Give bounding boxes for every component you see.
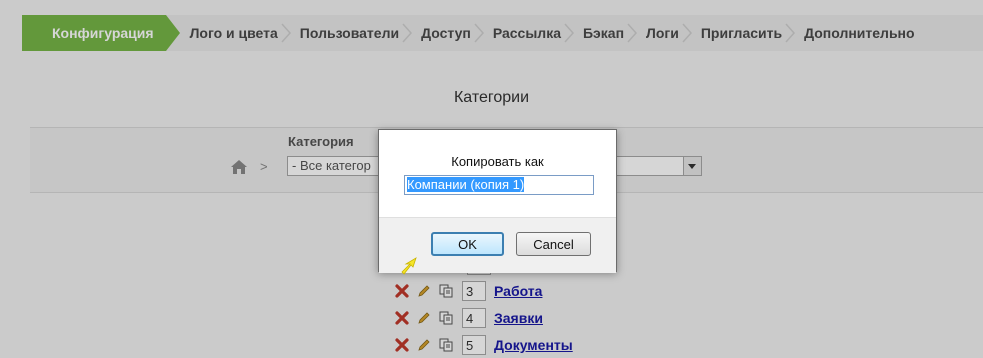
arrow-cursor-icon — [401, 257, 417, 275]
ok-button[interactable]: OK — [431, 232, 504, 256]
cancel-button[interactable]: Cancel — [516, 232, 591, 256]
selected-text: Компании (копия 1) — [407, 177, 525, 192]
copy-name-input[interactable]: Компании (копия 1) — [404, 175, 594, 195]
copy-as-dialog: Копировать как Компании (копия 1) OK Can… — [378, 129, 617, 273]
dialog-prompt: Копировать как — [451, 154, 544, 169]
